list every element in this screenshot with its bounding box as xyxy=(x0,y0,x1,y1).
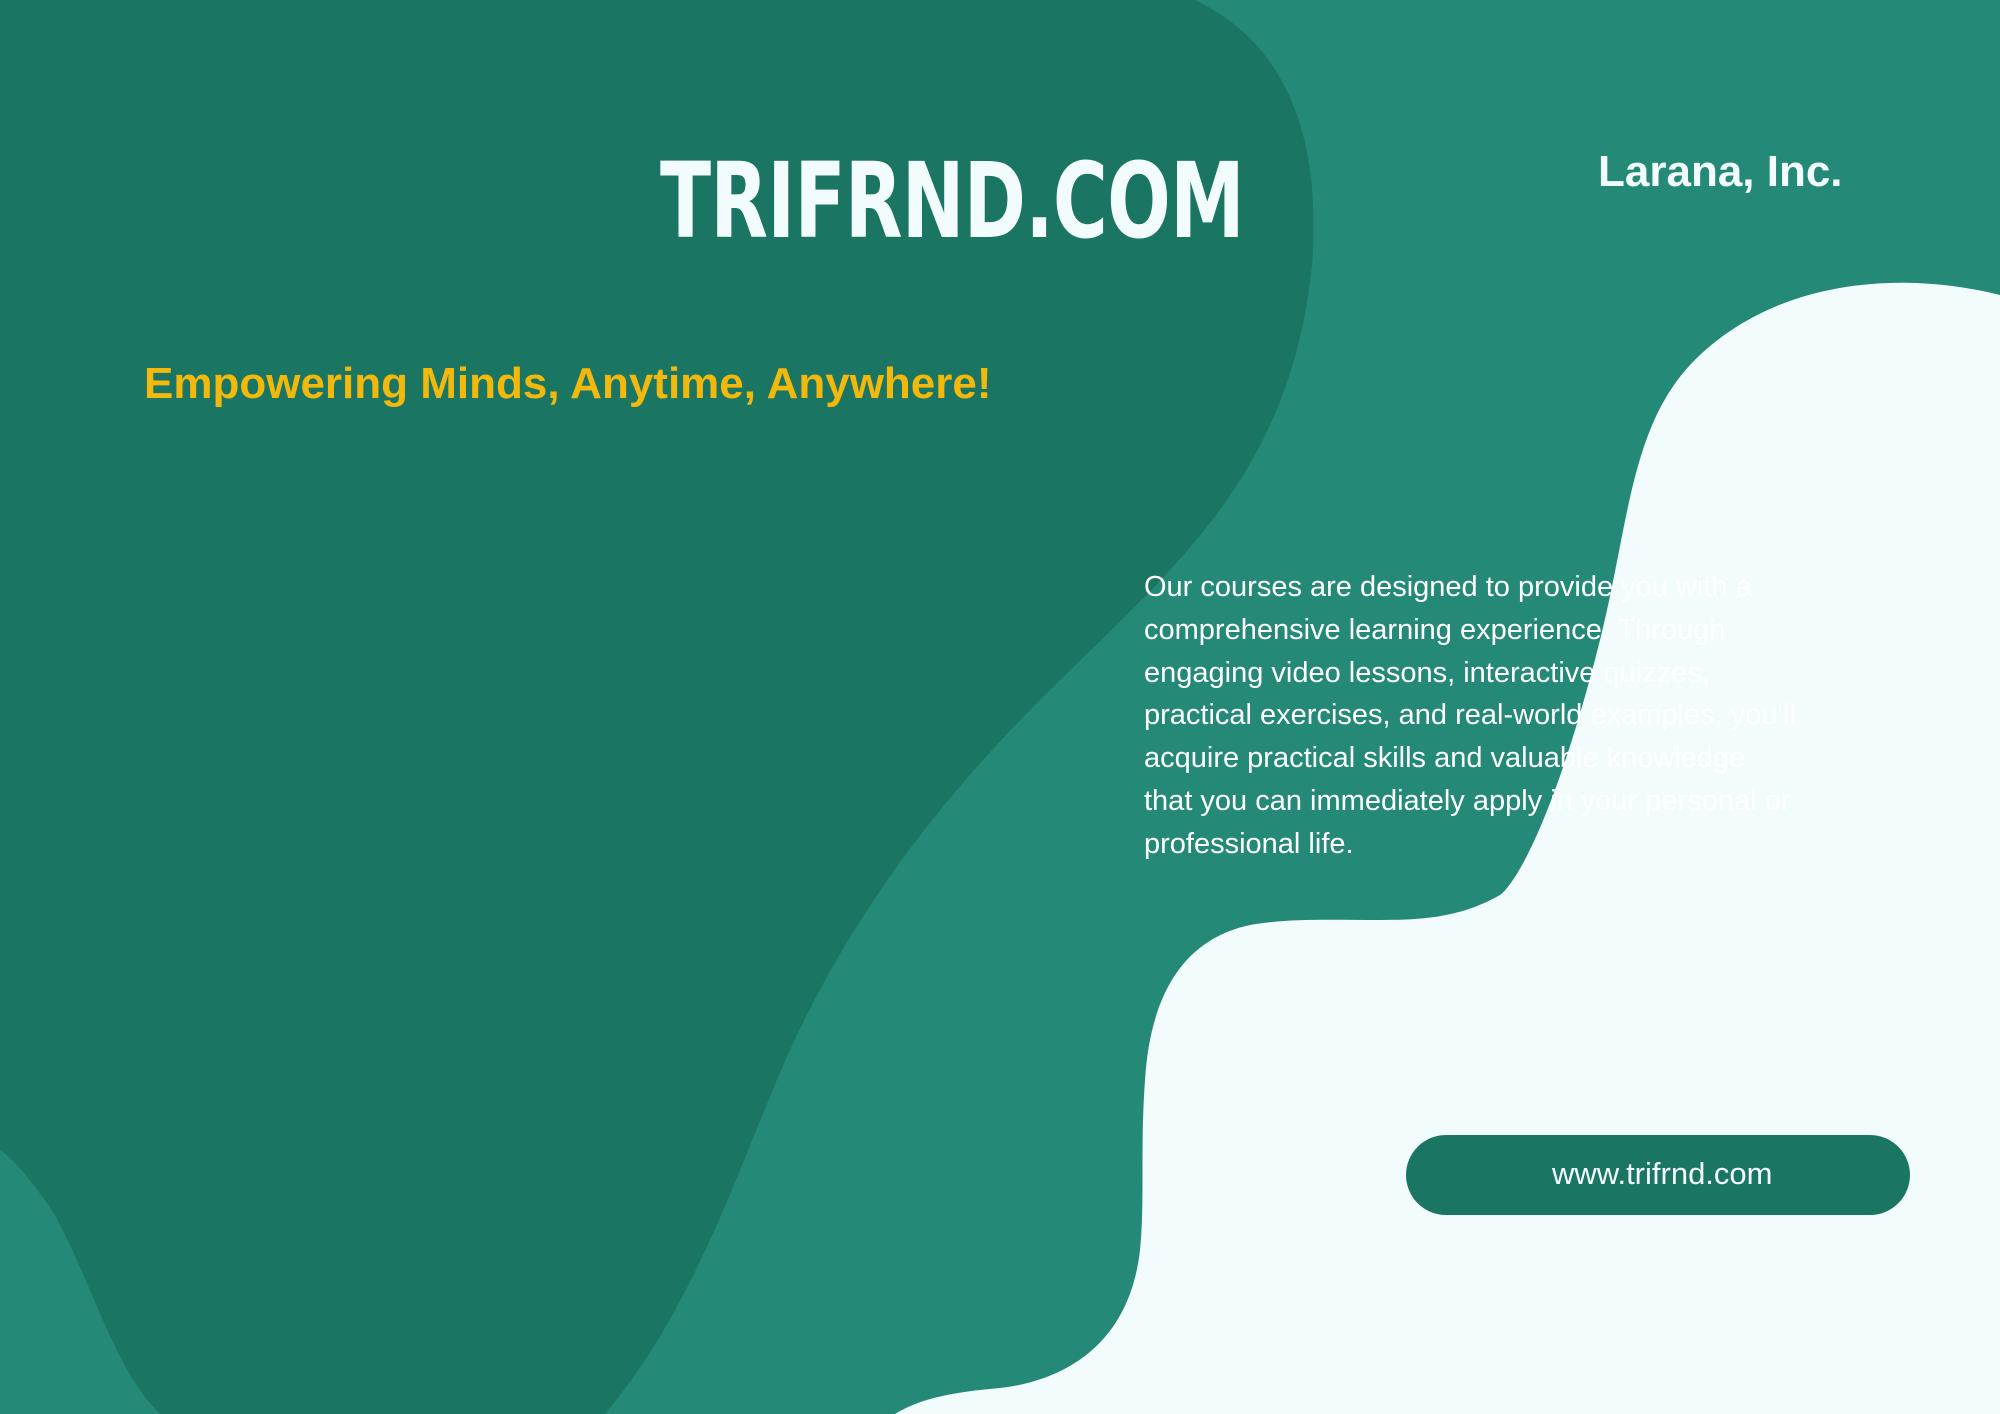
tagline: Empowering Minds, Anytime, Anywhere! xyxy=(144,359,992,408)
company-name: Larana, Inc. xyxy=(1598,147,1843,196)
website-link-button[interactable]: www.trifrnd.com xyxy=(1406,1135,1910,1215)
brand-title: TRIFRND.COM xyxy=(660,140,1245,262)
website-link-label: www.trifrnd.com xyxy=(1552,1156,1773,1191)
description-text: Our courses are designed to provide you … xyxy=(1144,571,1796,860)
flyer-canvas: TRIFRND.COM Larana, Inc. Empowering Mind… xyxy=(0,0,2000,1414)
